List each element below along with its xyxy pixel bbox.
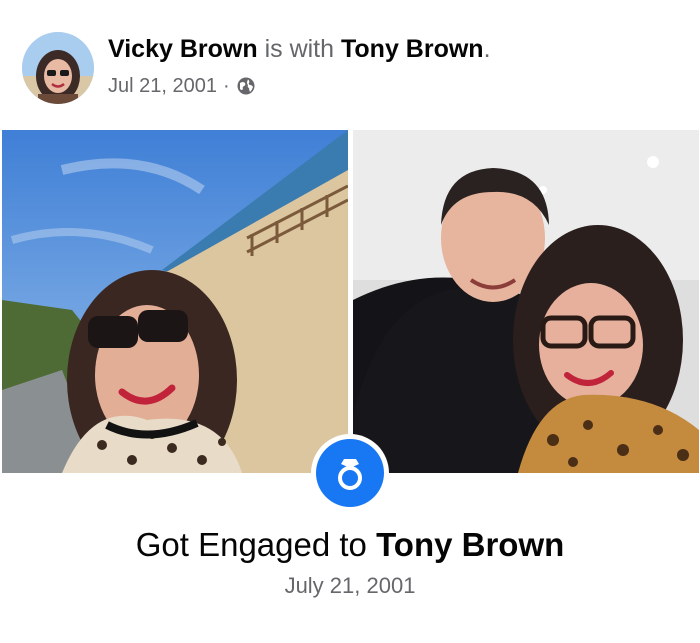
post-date[interactable]: Jul 21, 2001 xyxy=(108,73,217,99)
photo-grid xyxy=(0,124,700,473)
life-event-person[interactable]: Tony Brown xyxy=(376,526,564,563)
meta-separator: · xyxy=(222,75,230,97)
author-name[interactable]: Vicky Brown xyxy=(108,35,258,63)
title-period: . xyxy=(483,35,491,63)
life-event-title: Got Engaged to Tony Brown xyxy=(0,524,700,566)
globe-icon[interactable] xyxy=(236,76,256,96)
post-header: Vicky Brown is with Tony Brown. Jul 21, … xyxy=(0,0,700,124)
post-title-line: Vicky Brown is with Tony Brown. xyxy=(108,34,491,64)
life-event-badge xyxy=(311,434,389,512)
photo-couple[interactable] xyxy=(353,130,699,473)
photo-beach-selfie[interactable] xyxy=(2,130,348,473)
ring-icon xyxy=(316,439,384,507)
with-text: is with xyxy=(264,35,335,63)
tagged-person-name[interactable]: Tony Brown xyxy=(341,35,484,63)
life-event-date: July 21, 2001 xyxy=(284,573,416,598)
author-avatar[interactable] xyxy=(22,32,94,104)
life-event-prefix: Got Engaged to xyxy=(135,526,367,563)
post-meta: Jul 21, 2001 · xyxy=(108,73,256,99)
